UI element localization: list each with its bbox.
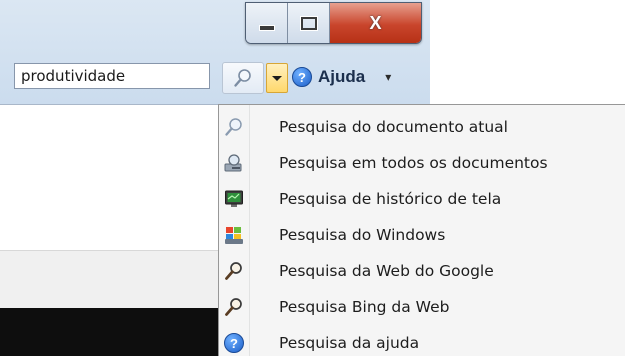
maximize-button[interactable] bbox=[288, 3, 330, 43]
menu-item-label: Pesquisa de histórico de tela bbox=[279, 190, 502, 208]
close-icon: X bbox=[369, 12, 382, 33]
magnifier-icon bbox=[225, 262, 242, 280]
close-button[interactable]: X bbox=[330, 3, 421, 43]
menu-item-label: Pesquisa do documento atual bbox=[279, 118, 508, 136]
screen: X produtividade ? Ajuda ▾ Pesquisa do do… bbox=[0, 0, 625, 356]
search-input[interactable]: produtividade bbox=[14, 63, 210, 89]
search-menu: Pesquisa do documento atual Pesquisa em … bbox=[218, 104, 625, 356]
search-button[interactable] bbox=[222, 62, 264, 94]
menu-item-label: Pesquisa em todos os documentos bbox=[279, 154, 548, 172]
menu-item-label: Pesquisa Bing da Web bbox=[279, 298, 450, 316]
screen-history-icon bbox=[225, 190, 243, 207]
menu-item-label: Pesquisa da Web do Google bbox=[279, 262, 494, 280]
menu-item-screen-history[interactable]: Pesquisa de histórico de tela bbox=[219, 181, 624, 217]
documents-search-icon bbox=[224, 154, 242, 172]
help-label: Ajuda bbox=[318, 67, 366, 86]
menu-item-label: Pesquisa da ajuda bbox=[279, 334, 420, 352]
search-input-value: produtividade bbox=[21, 67, 126, 85]
magnifier-icon bbox=[225, 118, 242, 136]
minimize-icon bbox=[258, 25, 275, 31]
maximize-icon bbox=[300, 16, 317, 30]
help-icon: ? bbox=[224, 333, 244, 353]
search-options-dropdown[interactable] bbox=[266, 63, 288, 93]
menu-item-google-search[interactable]: Pesquisa da Web do Google bbox=[219, 253, 624, 289]
search-icon bbox=[234, 69, 251, 87]
window-caption-buttons: X bbox=[245, 2, 422, 44]
menu-item-label: Pesquisa do Windows bbox=[279, 226, 446, 244]
magnifier-icon bbox=[225, 298, 242, 316]
menu-item-all-documents[interactable]: Pesquisa em todos os documentos bbox=[219, 145, 624, 181]
help-menu-button[interactable]: ? Ajuda ▾ bbox=[292, 64, 391, 90]
minimize-button[interactable] bbox=[246, 3, 288, 43]
chevron-down-icon bbox=[272, 75, 282, 81]
menu-item-current-document[interactable]: Pesquisa do documento atual bbox=[219, 109, 624, 145]
desktop-background bbox=[430, 0, 625, 104]
menu-item-help-search[interactable]: ? Pesquisa da ajuda bbox=[219, 325, 624, 356]
help-caret-icon: ▾ bbox=[385, 70, 392, 84]
help-icon: ? bbox=[292, 67, 312, 87]
windows-search-icon bbox=[225, 227, 243, 244]
menu-item-windows-search[interactable]: Pesquisa do Windows bbox=[219, 217, 624, 253]
menu-item-bing-search[interactable]: Pesquisa Bing da Web bbox=[219, 289, 624, 325]
